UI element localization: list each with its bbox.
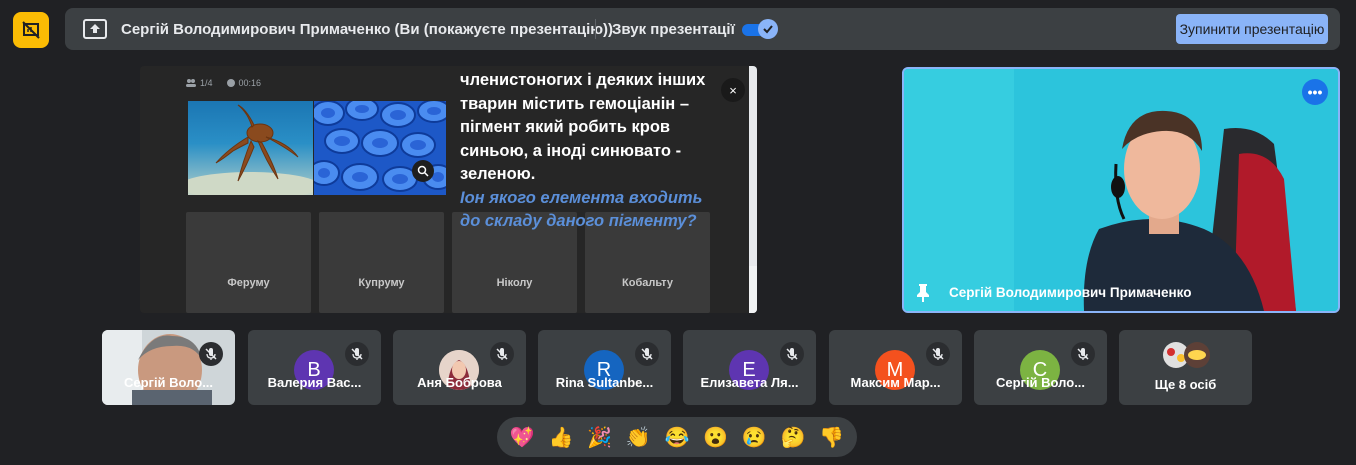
reaction-cry[interactable]: 😢: [738, 421, 770, 453]
muted-indicator: [926, 342, 950, 366]
page-indicator: 1/4: [186, 78, 213, 88]
more-participants-tile[interactable]: Ще 8 осіб: [1119, 330, 1252, 405]
banner-divider: [595, 19, 596, 39]
reaction-heart[interactable]: 💖: [506, 421, 538, 453]
presentation-off-icon: [22, 21, 40, 39]
participant-tile-2[interactable]: В Валерия Вас...: [248, 330, 381, 405]
presenter-status: Сергій Володимирович Примаченко (Ви (пок…: [121, 21, 614, 38]
check-icon: [763, 25, 773, 34]
people-icon: [186, 79, 196, 87]
muted-indicator: [199, 342, 223, 366]
muted-indicator: [345, 342, 369, 366]
answer-label: Феруму: [227, 276, 270, 289]
reaction-clap[interactable]: 👏: [622, 421, 654, 453]
question-text: членистоногих і деяких інших тварин міст…: [460, 69, 720, 234]
reactions-bar: 💖 👍 🎉 👏 😂 😮 😢 🤔 👎: [497, 417, 857, 457]
main-speaker-tile[interactable]: ••• Сергій Володимирович Примаченко: [902, 67, 1340, 313]
more-participants-label: Ще 8 осіб: [1154, 377, 1217, 392]
mic-off-icon: [932, 348, 944, 360]
timer: 00:16: [226, 78, 262, 88]
muted-indicator: [780, 342, 804, 366]
participant-name: Аня Боброва: [417, 375, 502, 390]
participant-tile-3[interactable]: Аня Боброва: [393, 330, 526, 405]
reaction-laugh[interactable]: 😂: [661, 421, 693, 453]
stacked-avatars: [1163, 342, 1210, 368]
muted-indicator: [635, 342, 659, 366]
timer-text: 00:16: [238, 78, 262, 88]
presentation-sound-toggle[interactable]: [742, 19, 780, 39]
participant-name: Сергій Воло...: [995, 375, 1086, 390]
reaction-thumbs-down[interactable]: 👎: [816, 421, 848, 453]
toggle-knob: [758, 19, 778, 39]
more-options-button[interactable]: •••: [1302, 79, 1328, 105]
participant-tile-7[interactable]: С Сергій Воло...: [974, 330, 1107, 405]
clock-icon: [226, 79, 235, 87]
participant-name: Rina Sultanbe...: [555, 375, 654, 390]
mic-off-icon: [205, 348, 217, 360]
stop-presenting-button[interactable]: Зупинити презентацію: [1176, 14, 1328, 44]
reaction-thinking[interactable]: 🤔: [777, 421, 809, 453]
answer-label: Ніколу: [496, 276, 533, 289]
close-slide-button[interactable]: ×: [721, 78, 745, 102]
participant-tile-1[interactable]: Сергій Воло...: [102, 330, 235, 405]
participant-name: Максим Мар...: [850, 375, 941, 390]
participant-tile-6[interactable]: М Максим Мар...: [829, 330, 962, 405]
question-body: членистоногих і деяких інших тварин міст…: [460, 71, 706, 183]
mic-off-icon: [1077, 348, 1089, 360]
zoom-icon: [417, 165, 429, 177]
answer-label: Кобальту: [622, 276, 673, 289]
presentation-scrollbar[interactable]: [749, 66, 757, 313]
reaction-party[interactable]: 🎉: [584, 421, 616, 453]
muted-indicator: [490, 342, 514, 366]
answer-option-1[interactable]: Феруму: [186, 212, 311, 313]
muted-indicator: [1071, 342, 1095, 366]
participant-name: Сергій Воло...: [123, 375, 214, 390]
answer-label: Купруму: [358, 276, 405, 289]
answer-option-2[interactable]: Купруму: [319, 212, 444, 313]
speaker-name: Сергій Володимирович Примаченко: [949, 285, 1192, 300]
octopus-image: [188, 101, 313, 195]
question-highlight: Іон якого елемента входить до складу дан…: [460, 188, 703, 231]
participant-name: Валерия Вас...: [267, 375, 362, 390]
participant-tile-5[interactable]: Е Елизавета Ля...: [683, 330, 816, 405]
presentation-view: 1/4 00:16 Феруму Купруму Ніколу Кобальту…: [140, 66, 757, 313]
mic-off-icon: [786, 348, 798, 360]
hide-presentation-button[interactable]: [13, 12, 49, 48]
participant-name: Елизавета Ля...: [700, 375, 799, 390]
pin-icon[interactable]: [914, 283, 932, 303]
zoom-image-button[interactable]: [412, 160, 434, 182]
presentation-sound-label: Звук презентації: [612, 21, 735, 38]
scrollbar-thumb[interactable]: [749, 266, 757, 313]
speaker-video: [904, 69, 1338, 311]
mic-off-icon: [351, 348, 363, 360]
present-screen-icon: [83, 19, 107, 39]
reaction-surprised[interactable]: 😮: [700, 421, 732, 453]
slide-meta: 1/4 00:16: [186, 78, 261, 88]
reaction-thumbs-up[interactable]: 👍: [545, 421, 577, 453]
presentation-banner: Сергій Володимирович Примаченко (Ви (пок…: [65, 8, 1340, 50]
page-indicator-text: 1/4: [200, 78, 213, 88]
octopus-illustration: [188, 104, 313, 195]
mic-off-icon: [641, 348, 653, 360]
mic-off-icon: [496, 348, 508, 360]
participant-tile-4[interactable]: R Rina Sultanbe...: [538, 330, 671, 405]
participant-video: [102, 330, 235, 405]
